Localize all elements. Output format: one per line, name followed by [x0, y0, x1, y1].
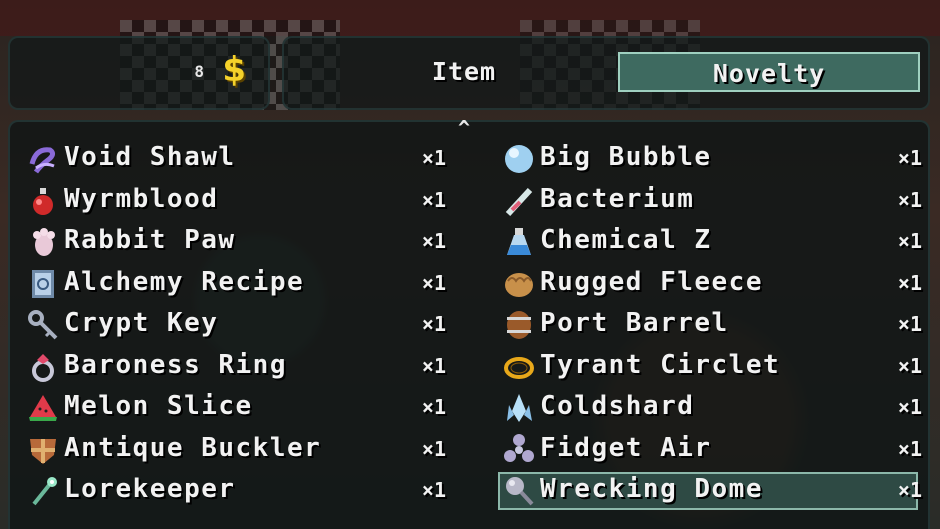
item-name: Chemical Z	[540, 225, 712, 255]
item-name: Baroness Ring	[64, 349, 287, 380]
item-quantity: ×1	[421, 229, 446, 253]
inventory-item[interactable]: Fidget Air ×1	[500, 429, 940, 471]
item-name: Tyrant Circlet	[540, 349, 781, 380]
item-name: Coldshard	[540, 391, 695, 421]
money-amount: 8	[194, 62, 204, 81]
melon-slice-icon	[26, 391, 60, 425]
item-quantity: ×1	[421, 312, 446, 336]
item-quantity: ×1	[897, 353, 922, 378]
item-quantity: ×1	[421, 478, 446, 502]
item-name: Bacterium	[540, 183, 695, 214]
chemical-z-icon	[502, 225, 536, 259]
tab-item[interactable]: Item	[344, 52, 584, 92]
baroness-ring-icon	[26, 350, 60, 384]
item-name: Alchemy Recipe	[64, 266, 305, 297]
rabbit-paw-icon	[26, 225, 60, 259]
shop-header: 8 $ Item Novelty	[8, 36, 930, 110]
lorekeeper-icon	[26, 474, 60, 508]
wrecking-dome-icon	[502, 474, 536, 508]
inventory-item[interactable]: Melon Slice ×1	[24, 387, 464, 429]
category-tabs: Item Novelty	[282, 36, 930, 110]
crypt-key-icon	[26, 308, 60, 342]
inventory-item[interactable]: Big Bubble ×1	[500, 138, 940, 180]
inventory-item[interactable]: Bacterium ×1	[500, 180, 940, 222]
inventory-column-right: Big Bubble ×1 Bacterium ×1 Chemical Z ×1 Rugge…	[498, 138, 940, 512]
inventory-item[interactable]: Rugged Fleece ×1	[500, 263, 940, 305]
scroll-up-icon[interactable]: ^	[458, 116, 470, 140]
item-name: Port Barrel	[540, 308, 729, 338]
inventory-item[interactable]: Tyrant Circlet ×1	[500, 346, 940, 388]
inventory-item[interactable]: Alchemy Recipe ×1	[24, 263, 464, 305]
item-quantity: ×1	[421, 187, 446, 212]
void-shawl-icon	[26, 142, 60, 176]
item-name: Rugged Fleece	[540, 266, 763, 297]
item-name: Wrecking Dome	[540, 474, 763, 504]
inventory-item[interactable]: Port Barrel ×1	[500, 304, 940, 346]
item-quantity: ×1	[421, 146, 446, 170]
inventory-item[interactable]: Wrecking Dome ×1	[498, 470, 940, 512]
fidget-air-icon	[502, 433, 536, 467]
inventory-list-panel: ^ Void Shawl ×1 Wyrmblood ×1 Rabbit Paw ×1 Alc…	[8, 116, 930, 529]
item-name: Lorekeeper	[64, 474, 236, 504]
inventory-column-left: Void Shawl ×1 Wyrmblood ×1 Rabbit Paw ×1 Alche…	[24, 138, 464, 512]
port-barrel-icon	[502, 308, 536, 342]
item-quantity: ×1	[897, 229, 922, 253]
item-quantity: ×1	[897, 270, 922, 295]
inventory-item[interactable]: Coldshard ×1	[500, 387, 940, 429]
coldshard-icon	[502, 391, 536, 425]
bacterium-icon	[502, 184, 536, 218]
item-quantity: ×1	[421, 353, 446, 378]
alchemy-recipe-icon	[26, 267, 60, 301]
item-name: Fidget Air	[540, 432, 712, 463]
item-name: Melon Slice	[64, 391, 253, 421]
item-quantity: ×1	[897, 146, 922, 170]
item-name: Big Bubble	[540, 142, 712, 172]
item-quantity: ×1	[421, 395, 446, 419]
item-name: Rabbit Paw	[64, 225, 236, 255]
money-icon: $	[222, 50, 246, 90]
item-quantity: ×1	[897, 436, 922, 461]
inventory-item[interactable]: Wyrmblood ×1	[24, 180, 464, 222]
money-panel: 8 $	[8, 36, 270, 110]
inventory-item[interactable]: Baroness Ring ×1	[24, 346, 464, 388]
item-quantity: ×1	[897, 312, 922, 336]
rugged-fleece-icon	[502, 267, 536, 301]
item-quantity: ×1	[421, 270, 446, 295]
item-name: Antique Buckler	[64, 432, 322, 463]
item-quantity: ×1	[897, 187, 922, 212]
antique-buckler-icon	[26, 433, 60, 467]
inventory-item[interactable]: Antique Buckler ×1	[24, 429, 464, 471]
inventory-item[interactable]: Lorekeeper ×1	[24, 470, 464, 512]
item-quantity: ×1	[897, 478, 922, 502]
wyrmblood-icon	[26, 184, 60, 218]
inventory-item[interactable]: Chemical Z ×1	[500, 221, 940, 263]
tab-novelty[interactable]: Novelty	[618, 52, 920, 92]
item-name: Wyrmblood	[64, 183, 219, 214]
tyrant-circlet-icon	[502, 350, 536, 384]
item-quantity: ×1	[897, 395, 922, 419]
big-bubble-icon	[502, 142, 536, 176]
inventory-item[interactable]: Crypt Key ×1	[24, 304, 464, 346]
item-name: Crypt Key	[64, 308, 219, 338]
item-name: Void Shawl	[64, 142, 236, 172]
item-quantity: ×1	[421, 436, 446, 461]
inventory-item[interactable]: Void Shawl ×1	[24, 138, 464, 180]
inventory-item[interactable]: Rabbit Paw ×1	[24, 221, 464, 263]
